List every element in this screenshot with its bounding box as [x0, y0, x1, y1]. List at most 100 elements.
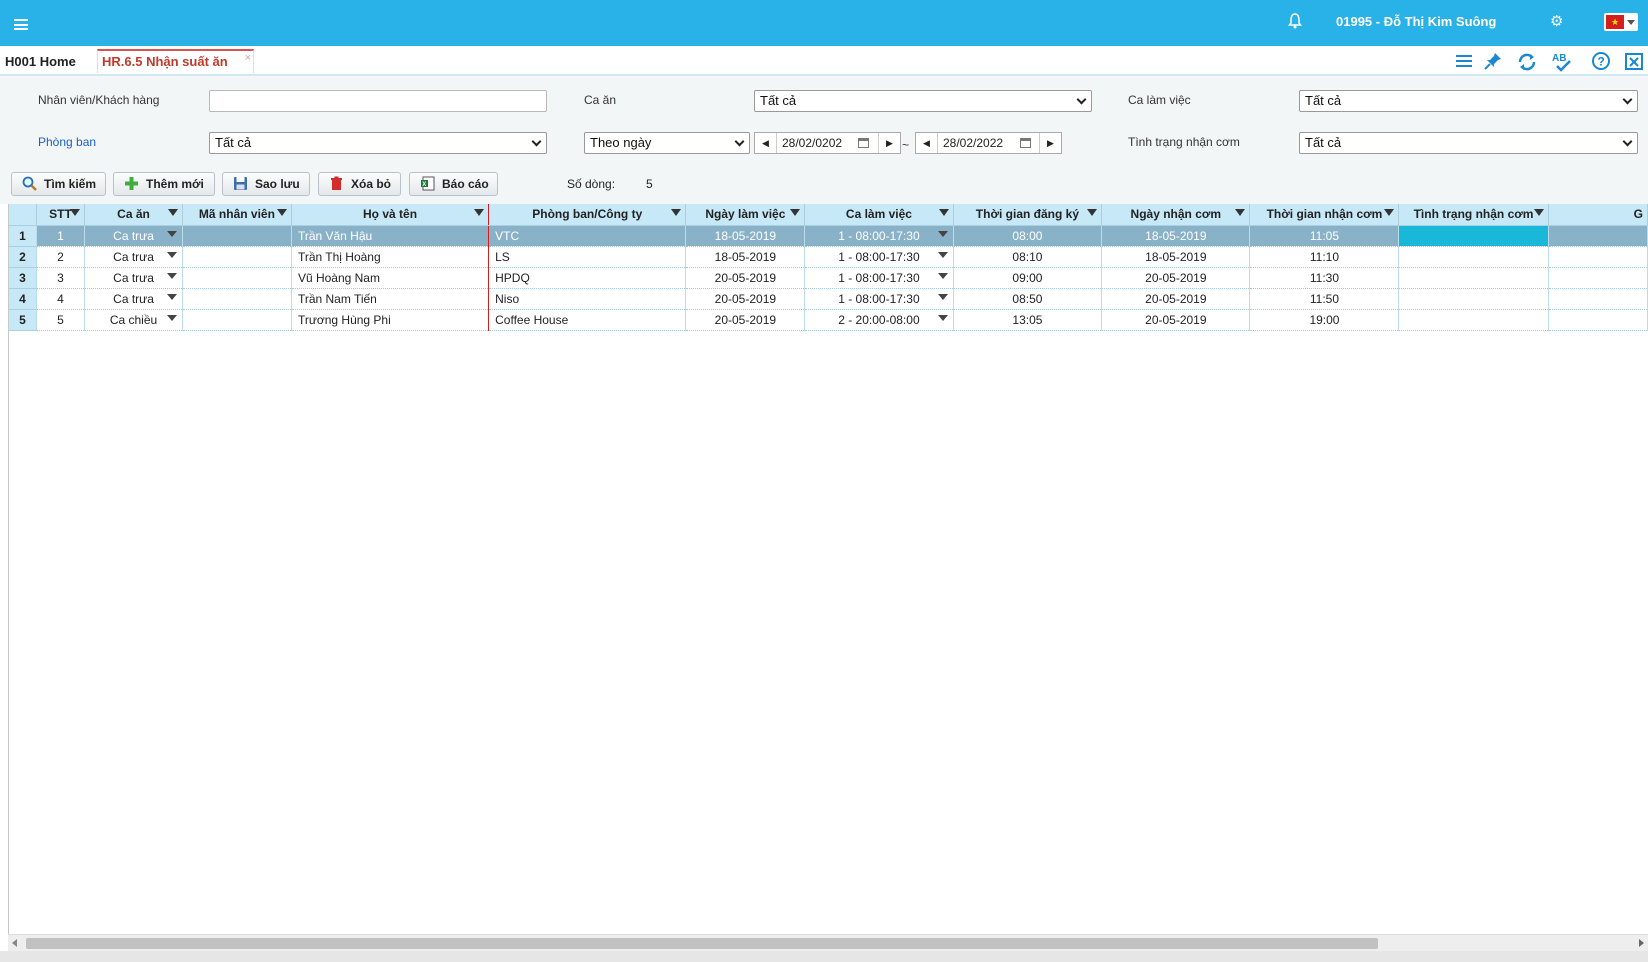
filter-icon[interactable]	[1087, 209, 1098, 216]
cell-work-date[interactable]: 20-05-2019	[685, 288, 806, 310]
cell-receive-date[interactable]: 18-05-2019	[1101, 225, 1251, 247]
cell-receive-date[interactable]: 18-05-2019	[1101, 246, 1251, 268]
column-header-receive-date[interactable]: Ngày nhận cơm	[1101, 204, 1251, 226]
meal-select[interactable]: Tất cả	[754, 90, 1092, 112]
spellcheck-icon[interactable]: AB	[1551, 51, 1573, 73]
prev-date-to-icon[interactable]: ◀	[916, 133, 938, 153]
cell-stt[interactable]: 5	[36, 309, 86, 331]
column-header-register-time[interactable]: Thời gian đăng ký	[953, 204, 1103, 226]
next-date-to-icon[interactable]: ▶	[1039, 133, 1061, 153]
cell-department[interactable]: LS	[488, 246, 687, 268]
cell-status[interactable]	[1398, 225, 1549, 247]
cell-name[interactable]: Vũ Hoàng Nam	[291, 267, 490, 289]
column-header-department[interactable]: Phòng ban/Công ty	[488, 204, 687, 226]
department-select[interactable]: Tất cả	[209, 132, 547, 154]
cell-department[interactable]: VTC	[488, 225, 687, 247]
cell-work-date[interactable]: 20-05-2019	[685, 309, 806, 331]
department-label[interactable]: Phòng ban	[38, 135, 96, 149]
column-header-employee-id[interactable]: Mã nhân viên	[182, 204, 292, 226]
row-number[interactable]: 3	[9, 267, 37, 289]
filter-icon[interactable]	[474, 209, 485, 216]
cell-name[interactable]: Trần Nam Tiến	[291, 288, 490, 310]
cell-extra[interactable]	[1548, 288, 1648, 310]
cell-register-time[interactable]: 13:05	[953, 309, 1103, 331]
filter-icon[interactable]	[1384, 209, 1395, 216]
row-number[interactable]: 5	[9, 309, 37, 331]
shift-select[interactable]: Tất cả	[1299, 90, 1638, 112]
filter-icon[interactable]	[276, 209, 287, 216]
cell-extra[interactable]	[1548, 309, 1648, 331]
cell-department[interactable]: HPDQ	[488, 267, 687, 289]
cell-employee-id[interactable]	[182, 288, 292, 310]
column-header-work-date[interactable]: Ngày làm việc	[685, 204, 806, 226]
help-icon[interactable]: ?	[1590, 51, 1612, 73]
dropdown-arrow-icon[interactable]	[166, 293, 177, 300]
column-header-extra[interactable]: G	[1548, 204, 1648, 226]
period-select[interactable]: Theo ngày	[584, 132, 750, 154]
column-header-meal[interactable]: Ca ăn	[84, 204, 183, 226]
table-row[interactable]: 4 4 Ca trưa Trần Nam Tiến Niso 20-05-2019 1 - …	[9, 288, 1648, 310]
dropdown-arrow-icon[interactable]	[166, 251, 177, 258]
cell-employee-id[interactable]	[182, 225, 292, 247]
dropdown-arrow-icon[interactable]	[166, 230, 177, 237]
table-row[interactable]: 3 3 Ca trưa Vũ Hoàng Nam HPDQ 20-05-2019 1 - 0…	[9, 267, 1648, 289]
user-name[interactable]: 01995 - Đỗ Thị Kim Suông	[1336, 14, 1496, 29]
close-window-icon[interactable]	[1623, 51, 1645, 73]
dropdown-arrow-icon[interactable]	[937, 230, 948, 237]
cell-receive-time[interactable]: 19:00	[1249, 309, 1400, 331]
filter-icon[interactable]	[671, 209, 682, 216]
filter-icon[interactable]	[1235, 209, 1246, 216]
horizontal-scrollbar[interactable]	[8, 934, 1648, 951]
search-button[interactable]: Tìm kiếm	[11, 172, 106, 196]
cell-stt[interactable]: 1	[36, 225, 86, 247]
column-header-name[interactable]: Họ và tên	[291, 204, 490, 226]
date-to-picker[interactable]: ◀ 28/02/2022 ▶	[915, 132, 1062, 154]
dropdown-arrow-icon[interactable]	[937, 272, 948, 279]
cell-meal[interactable]: Ca trưa	[84, 288, 183, 310]
cell-meal[interactable]: Ca trưa	[84, 225, 183, 247]
dropdown-arrow-icon[interactable]	[937, 314, 948, 321]
cell-shift[interactable]: 2 - 20:00-08:00	[804, 309, 954, 331]
next-date-from-icon[interactable]: ▶	[878, 133, 900, 153]
cell-work-date[interactable]: 18-05-2019	[685, 246, 806, 268]
column-header-shift[interactable]: Ca làm việc	[804, 204, 954, 226]
report-button[interactable]: X Báo cáo	[409, 172, 498, 196]
cell-stt[interactable]: 3	[36, 267, 86, 289]
scrollbar-thumb[interactable]	[26, 938, 1378, 949]
save-button[interactable]: Sao lưu	[222, 172, 310, 196]
cell-register-time[interactable]: 08:00	[953, 225, 1103, 247]
bell-icon[interactable]	[1288, 13, 1302, 29]
cell-extra[interactable]	[1548, 246, 1648, 268]
cell-meal[interactable]: Ca trưa	[84, 267, 183, 289]
status-select[interactable]: Tất cả	[1299, 132, 1638, 154]
cell-receive-time[interactable]: 11:10	[1249, 246, 1400, 268]
row-number[interactable]: 4	[9, 288, 37, 310]
filter-icon[interactable]	[790, 209, 801, 216]
date-from-value[interactable]: 28/02/0202	[782, 133, 842, 153]
cell-receive-date[interactable]: 20-05-2019	[1101, 288, 1251, 310]
list-menu-icon[interactable]	[1453, 51, 1475, 73]
column-header-status[interactable]: Tình trạng nhận cơm	[1398, 204, 1549, 226]
table-row[interactable]: 1 1 Ca trưa Trần Văn Hậu VTC 18-05-2019 1 - 08…	[9, 225, 1648, 247]
date-from-picker[interactable]: ◀ 28/02/0202 ▶	[754, 132, 901, 154]
cell-receive-date[interactable]: 20-05-2019	[1101, 309, 1251, 331]
cell-stt[interactable]: 4	[36, 288, 86, 310]
filter-icon[interactable]	[70, 209, 81, 216]
cell-receive-time[interactable]: 11:30	[1249, 267, 1400, 289]
cell-name[interactable]: Trần Văn Hậu	[291, 225, 490, 247]
cell-receive-time[interactable]: 11:05	[1249, 225, 1400, 247]
cell-employee-id[interactable]	[182, 309, 292, 331]
cell-status[interactable]	[1398, 288, 1549, 310]
cell-name[interactable]: Trương Hùng Phi	[291, 309, 490, 331]
dropdown-arrow-icon[interactable]	[937, 293, 948, 300]
prev-date-from-icon[interactable]: ◀	[755, 133, 777, 153]
cell-employee-id[interactable]	[182, 246, 292, 268]
dropdown-arrow-icon[interactable]	[166, 314, 177, 321]
delete-button[interactable]: Xóa bỏ	[318, 172, 401, 196]
settings-gears-icon[interactable]: ⚙	[1550, 14, 1563, 30]
cell-meal[interactable]: Ca chiều	[84, 309, 183, 331]
cell-status[interactable]	[1398, 267, 1549, 289]
cell-department[interactable]: Niso	[488, 288, 687, 310]
cell-receive-time[interactable]: 11:50	[1249, 288, 1400, 310]
cell-department[interactable]: Coffee House	[488, 309, 687, 331]
